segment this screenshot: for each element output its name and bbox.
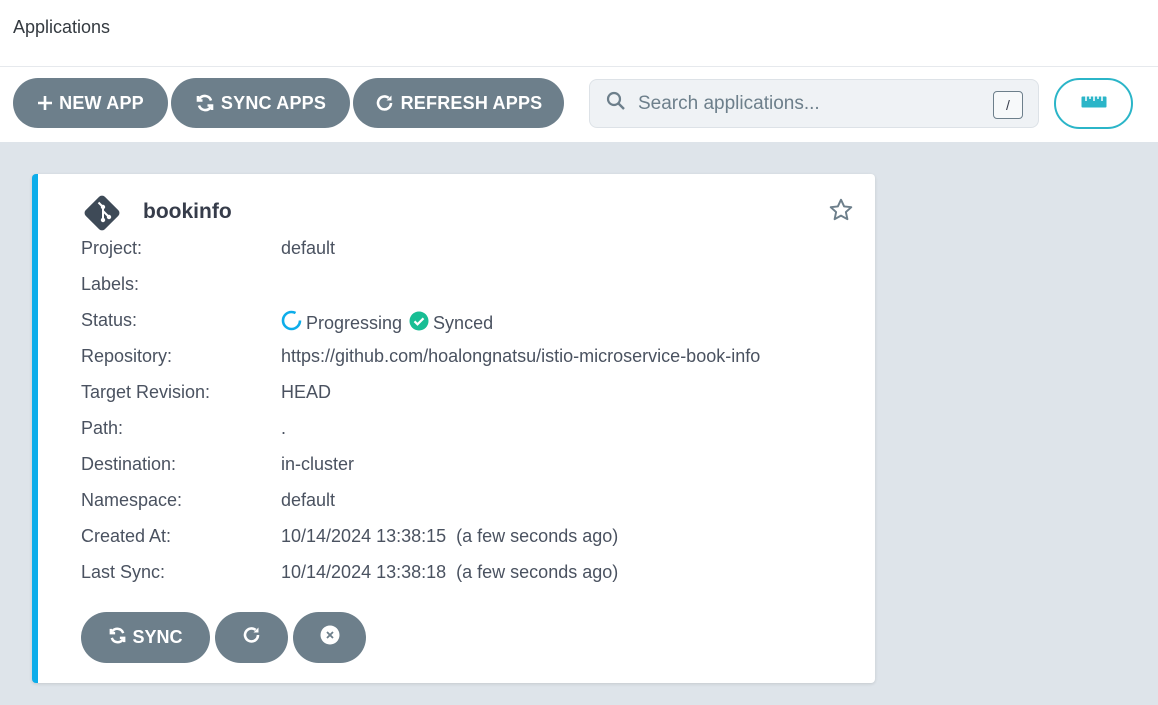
field-label: Status: bbox=[81, 310, 138, 330]
sync-apps-label: SYNC APPS bbox=[220, 92, 327, 113]
new-app-button[interactable]: NEW APP bbox=[13, 78, 168, 128]
progressing-icon bbox=[281, 310, 302, 336]
status-value: Progressing Synced bbox=[281, 310, 493, 336]
delete-button[interactable] bbox=[293, 612, 366, 663]
search-shortcut-hint: / bbox=[993, 91, 1023, 119]
applications-grid: bookinfo Project: default Labels: Status… bbox=[0, 142, 1158, 705]
refresh-apps-label: REFRESH APPS bbox=[400, 92, 543, 113]
created-at-value: 10/14/2024 13:38:15 (a few seconds ago) bbox=[281, 526, 619, 546]
star-icon[interactable] bbox=[828, 197, 854, 228]
project-value: default bbox=[281, 238, 336, 258]
redo-icon bbox=[375, 93, 395, 113]
repository-value: https://github.com/hoalongnatsu/istio-mi… bbox=[281, 346, 761, 366]
field-label: Labels: bbox=[81, 274, 140, 294]
field-label: Path: bbox=[81, 418, 124, 438]
search-box: / bbox=[589, 79, 1039, 128]
path-value: . bbox=[281, 418, 287, 438]
sync-button-label: SYNC bbox=[132, 627, 183, 647]
view-mode-button[interactable] bbox=[1054, 78, 1133, 129]
field-label: Repository: bbox=[81, 346, 173, 366]
toolbar: NEW APP SYNC APPS REFRESH APPS / bbox=[0, 68, 1158, 142]
refresh-apps-button[interactable]: REFRESH APPS bbox=[353, 78, 564, 128]
application-name[interactable]: bookinfo bbox=[143, 200, 232, 224]
plus-icon bbox=[37, 95, 53, 111]
field-label: Destination: bbox=[81, 454, 177, 474]
search-input[interactable] bbox=[638, 92, 978, 115]
namespace-value: default bbox=[281, 490, 336, 510]
top-bar: Applications bbox=[0, 0, 1158, 67]
search-icon bbox=[606, 91, 626, 116]
new-app-label: NEW APP bbox=[59, 92, 144, 113]
target-revision-value: HEAD bbox=[281, 382, 332, 402]
field-label: Project: bbox=[81, 238, 143, 258]
check-circle-icon bbox=[409, 311, 429, 336]
git-icon bbox=[82, 193, 122, 238]
sync-status: Synced bbox=[433, 312, 494, 333]
refresh-button[interactable] bbox=[215, 612, 288, 663]
last-sync-value: 10/14/2024 13:38:18 (a few seconds ago) bbox=[281, 562, 619, 582]
application-card[interactable]: bookinfo Project: default Labels: Status… bbox=[32, 174, 875, 683]
health-status: Progressing bbox=[306, 312, 403, 333]
redo-icon bbox=[242, 625, 262, 650]
field-label: Namespace: bbox=[81, 490, 183, 510]
field-label: Created At: bbox=[81, 526, 172, 546]
field-label: Last Sync: bbox=[81, 562, 166, 582]
sync-apps-button[interactable]: SYNC APPS bbox=[171, 78, 350, 128]
page-title: Applications bbox=[13, 17, 111, 37]
ruler-icon bbox=[1081, 95, 1107, 113]
sync-icon bbox=[195, 93, 215, 113]
times-circle-icon bbox=[320, 625, 340, 650]
destination-value: in-cluster bbox=[281, 454, 355, 474]
sync-button[interactable]: SYNC bbox=[81, 612, 210, 663]
sync-icon bbox=[108, 626, 127, 650]
field-label: Target Revision: bbox=[81, 382, 211, 402]
